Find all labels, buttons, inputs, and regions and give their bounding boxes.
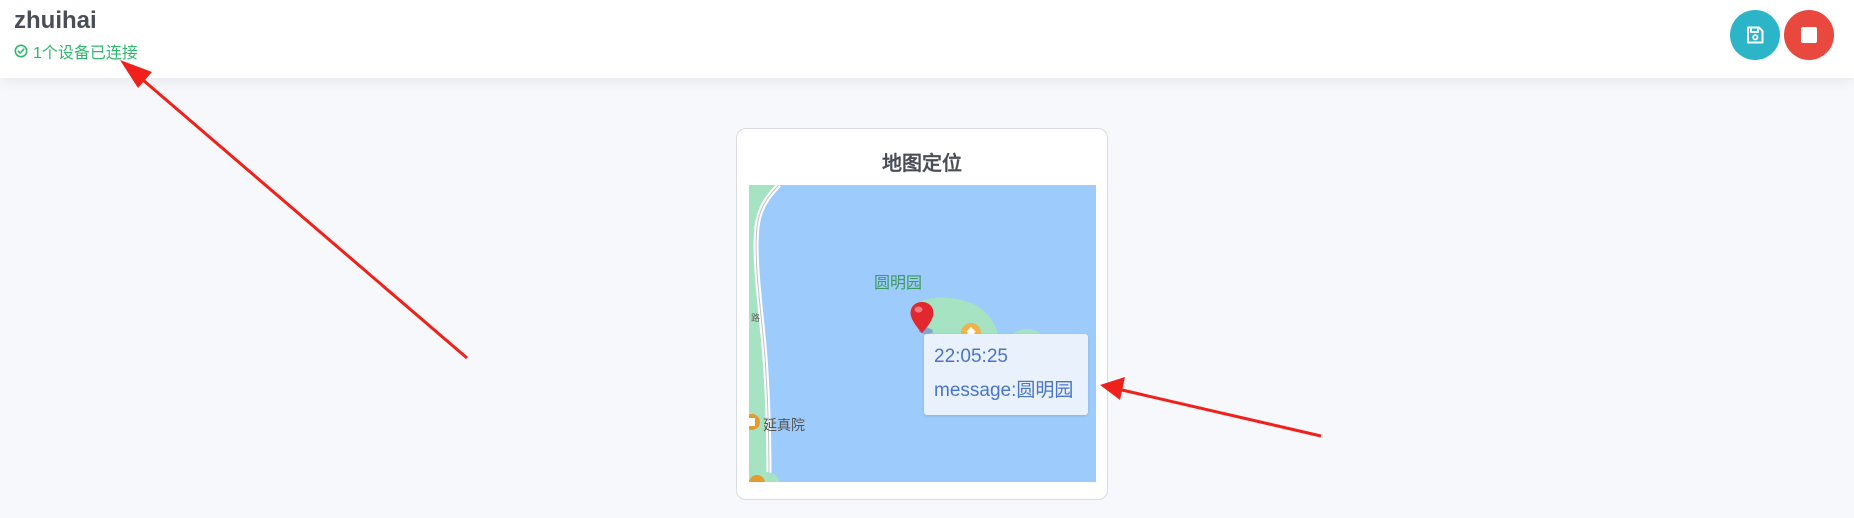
map-pin-icon[interactable] [908, 300, 938, 336]
map-view[interactable]: 圆明园 路 延真院 22:05:25 message:圆明园 [749, 185, 1096, 482]
map-label-road: 路 [750, 313, 760, 322]
connection-status-text: 1个设备已连接 [33, 45, 138, 62]
stop-square-icon [1801, 27, 1817, 43]
check-circle-icon [14, 44, 28, 58]
poi-icon-bottom[interactable] [749, 473, 765, 482]
app-title: zhuihai [14, 7, 97, 34]
popup-message: message:圆明园 [934, 380, 1074, 401]
map-label-yanzhenyuan: 延真院 [763, 417, 805, 433]
floppy-disk-icon [1747, 26, 1764, 44]
marker-popup[interactable]: 22:05:25 message:圆明园 [924, 334, 1088, 415]
stop-button[interactable] [1784, 10, 1834, 60]
map-label-yuanmingyuan: 圆明园 [874, 275, 923, 292]
poi-icon-yanzhenyuan[interactable] [749, 413, 761, 431]
map-card: 地图定位 圆明园 路 延真院 22:05:25 message:圆明园 [736, 128, 1108, 500]
connection-status: 1个设备已连接 [14, 39, 138, 63]
annotation-arrow-status [120, 60, 468, 360]
popup-time: 22:05:25 [934, 346, 1008, 367]
save-button[interactable] [1730, 10, 1780, 60]
top-bar: zhuihai 1个设备已连接 [0, 0, 1854, 78]
card-title: 地图定位 [882, 153, 962, 175]
annotation-arrow-popup [1100, 377, 1322, 438]
